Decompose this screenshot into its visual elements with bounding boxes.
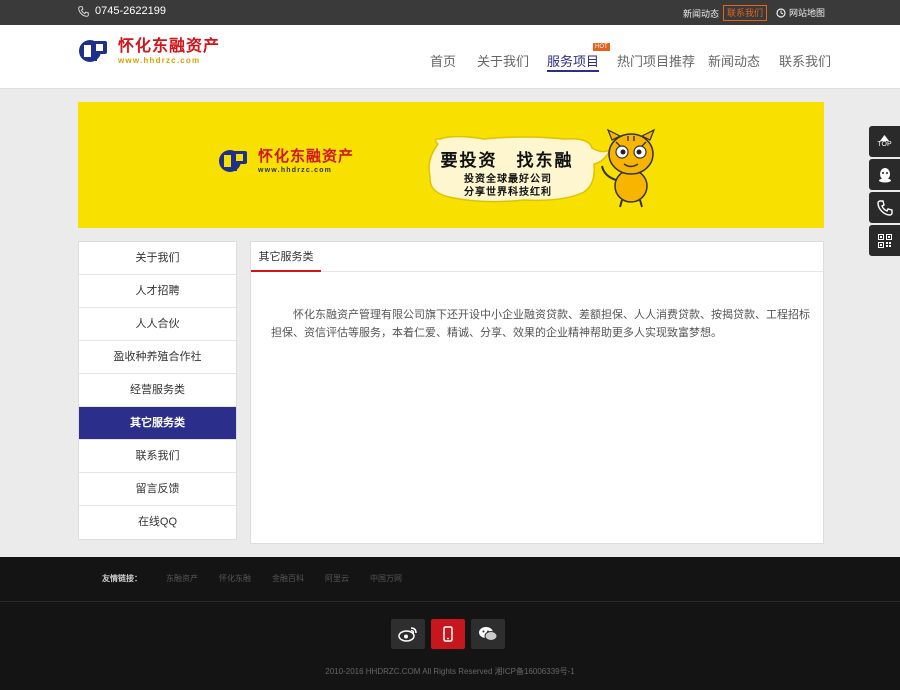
friend-links-title: 友情链接： [102,574,142,583]
phone-icon [78,5,89,17]
nav-item-hot-projects[interactable]: 热门项目推荐 [617,51,695,70]
floating-toolbar: TOP [869,126,900,258]
top-bar: 0745-2622199 新闻动态 联系我们 网站地图 [0,0,900,25]
banner-logo-name: 怀化东融资产 [258,148,355,165]
qq-icon [878,167,891,182]
friend-link[interactable]: 东融资产 [166,573,198,584]
sidebar-item-cooperative[interactable]: 盈收种养殖合作社 [79,341,236,374]
site-header: 怀化东融资产 www.hhdrzc.com 首页 关于我们 服务项目 HOT 热… [0,25,900,89]
sidebar-item-partners[interactable]: 人人合伙 [79,308,236,341]
sidebar-item-contact[interactable]: 联系我们 [79,440,236,473]
sidebar-item-feedback[interactable]: 留言反馈 [79,473,236,506]
nav-item-services[interactable]: 服务项目 [547,51,600,72]
main-nav: 首页 关于我们 服务项目 HOT 热门项目推荐 新闻动态 联系我们 [0,25,900,89]
topbar-contact-button[interactable]: 联系我们 [723,5,767,21]
phone-button[interactable] [869,192,900,223]
sitemap-label: 网站地图 [789,8,826,18]
banner-logo-url: www.hhdrzc.com [258,167,333,174]
tiger-mascot-icon [601,128,656,208]
qrcode-icon [877,233,892,248]
nav-item-contact[interactable]: 联系我们 [779,51,831,70]
footer-divider [0,601,900,602]
weibo-icon [398,627,417,642]
banner-slogan-main: 要投资 找东融 [440,151,574,170]
topbar-sitemap-link[interactable]: 网站地图 [776,6,825,19]
wechat-button[interactable] [471,619,505,649]
top-label: TOP [877,140,892,148]
sidebar-item-other-services[interactable]: 其它服务类 [79,407,236,440]
weibo-button[interactable] [391,619,425,649]
phone-icon [876,199,893,216]
qrcode-button[interactable] [869,225,900,256]
sitemap-icon [776,7,786,18]
mobile-button[interactable] [431,619,465,649]
friend-link[interactable]: 中国万网 [370,573,402,584]
banner-logo: 怀化东融资产 www.hhdrzc.com [218,148,354,176]
banner-logo-icon [219,150,247,172]
friend-link[interactable]: 阿里云 [325,573,349,584]
back-to-top-button[interactable]: TOP [869,126,900,157]
wechat-icon [479,627,498,641]
mobile-icon [443,626,453,642]
sidebar-item-business-services[interactable]: 经营服务类 [79,374,236,407]
sidebar-item-about[interactable]: 关于我们 [79,242,236,275]
banner-slogan-sub2: 分享世界科技红利 [464,187,552,198]
friend-link[interactable]: 金融百科 [272,573,304,584]
nav-item-about[interactable]: 关于我们 [477,51,529,70]
phone-number: 0745-2622199 [95,5,166,17]
content-panel: 其它服务类 怀化东融资产管理有限公司旗下还开设中小企业融资贷款、差额担保、人人消… [250,241,824,544]
qq-button[interactable] [869,159,900,190]
content-tab-title[interactable]: 其它服务类 [251,242,321,272]
sidebar-nav: 关于我们 人才招聘 人人合伙 盈收种养殖合作社 经营服务类 其它服务类 联系我们… [78,241,237,540]
banner[interactable]: 怀化东融资产 www.hhdrzc.com 要投资 找东融 投资全球最好公司 分… [78,102,824,228]
content-panel-header: 其它服务类 [251,242,823,272]
topbar-phone: 0745-2622199 [78,5,166,17]
copyright-text: 2010-2016 HHDRZC.COM All Rights Reserved… [325,667,575,676]
topbar-news-link[interactable]: 新闻动态 [683,7,719,20]
sidebar-item-recruitment[interactable]: 人才招聘 [79,275,236,308]
site-footer: 友情链接： 东融资产 怀化东融 金融百科 阿里云 中国万网 2010-2016 … [0,557,900,690]
nav-item-home[interactable]: 首页 [430,51,456,70]
content-body-text: 怀化东融资产管理有限公司旗下还开设中小企业融资贷款、差额担保、人人消费贷款、按揭… [271,309,810,339]
friend-link[interactable]: 怀化东融 [219,573,251,584]
hot-badge: HOT [593,43,610,51]
sidebar-item-online-qq[interactable]: 在线QQ [79,506,236,539]
friend-links: 友情链接： 东融资产 怀化东融 金融百科 阿里云 中国万网 [102,573,423,584]
nav-item-news[interactable]: 新闻动态 [708,51,760,70]
